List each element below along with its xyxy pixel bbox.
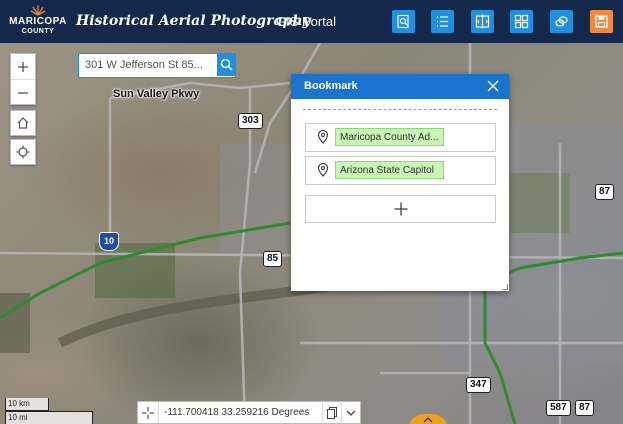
route-shield-587: 587 (546, 400, 571, 416)
gis-portal-link[interactable]: GIS Portal (276, 14, 336, 29)
interstate-shield-10: 10 (99, 232, 119, 251)
coordinate-format-dropdown[interactable] (341, 402, 360, 423)
panel-divider (303, 109, 497, 110)
locate-crosshair-icon (16, 145, 30, 159)
bookmark-item[interactable]: Arizona State Capitol (305, 156, 496, 185)
chevron-down-icon (346, 410, 356, 416)
layers-tool-button[interactable] (550, 10, 573, 33)
plus-icon (18, 61, 28, 72)
zoom-in-button[interactable] (11, 54, 35, 79)
route-shield-303: 303 (238, 113, 263, 129)
bookmark-panel: Bookmark Maricopa County Ad... Arizona S… (291, 74, 509, 291)
search-icon (220, 58, 233, 71)
map-pin-icon (317, 130, 329, 144)
zoom-controls (10, 53, 36, 105)
route-shield-87-south: 87 (575, 400, 595, 416)
scale-bar: 10 km 10 mi (5, 398, 93, 424)
add-bookmark-button[interactable] (305, 195, 496, 223)
compare-tool-button[interactable] (471, 10, 494, 33)
map-search-icon (397, 14, 409, 29)
logo-text-county: COUNTY (21, 28, 55, 35)
close-icon[interactable] (485, 78, 501, 94)
compare-icon (475, 14, 490, 29)
panel-title: Bookmark (304, 80, 358, 92)
route-shield-87: 87 (595, 184, 615, 200)
save-icon (595, 15, 608, 28)
copy-coordinates-button[interactable] (322, 402, 341, 423)
minus-icon (18, 91, 28, 94)
coordinate-value: -111.700418 33.259216 Degrees (164, 407, 310, 418)
map-search-tool-button[interactable] (392, 10, 415, 33)
chevron-up-icon (423, 417, 433, 423)
save-tool-button[interactable] (590, 10, 613, 33)
aerial-map[interactable]: Sun Valley Pkwy 303 87 85 10 347 587 87 (0, 43, 623, 424)
bookmark-label[interactable]: Maricopa County Ad... (335, 128, 444, 146)
zoom-out-button[interactable] (11, 79, 35, 105)
map-pin-icon (317, 163, 329, 177)
coordinate-mode-button[interactable] (138, 402, 159, 423)
grid-tool-button[interactable] (510, 10, 533, 33)
add-icon (394, 202, 407, 216)
maricopa-county-logo[interactable]: MARICOPA COUNTY (8, 4, 68, 40)
route-shield-85: 85 (263, 251, 283, 267)
sun-logo-icon (30, 5, 46, 16)
route-shield-347: 347 (466, 377, 491, 393)
scale-metric: 10 km (5, 398, 49, 411)
copy-icon (327, 406, 337, 419)
crosshair-icon (142, 406, 154, 419)
bookmark-item[interactable]: Maricopa County Ad... (305, 123, 496, 152)
list-icon (437, 16, 448, 27)
locate-button[interactable] (10, 139, 36, 165)
layers-icon (555, 16, 568, 27)
scale-imperial: 10 mi (5, 411, 93, 424)
road-label-sun-valley-pkwy: Sun Valley Pkwy (113, 88, 200, 100)
home-button[interactable] (10, 110, 36, 136)
address-search (78, 53, 236, 78)
app-header: MARICOPA COUNTY Historical Aerial Photog… (0, 0, 623, 43)
list-tool-button[interactable] (431, 10, 454, 33)
coordinate-readout: -111.700418 33.259216 Degrees (137, 401, 361, 424)
home-icon (17, 117, 29, 129)
bookmark-label[interactable]: Arizona State Capitol (335, 161, 444, 179)
search-button[interactable] (217, 53, 235, 76)
search-input[interactable] (79, 54, 217, 75)
logo-text-maricopa: MARICOPA (9, 16, 67, 27)
bookmark-panel-header: Bookmark (291, 74, 509, 99)
grid-icon (514, 14, 529, 29)
resize-handle-icon[interactable] (502, 284, 508, 290)
